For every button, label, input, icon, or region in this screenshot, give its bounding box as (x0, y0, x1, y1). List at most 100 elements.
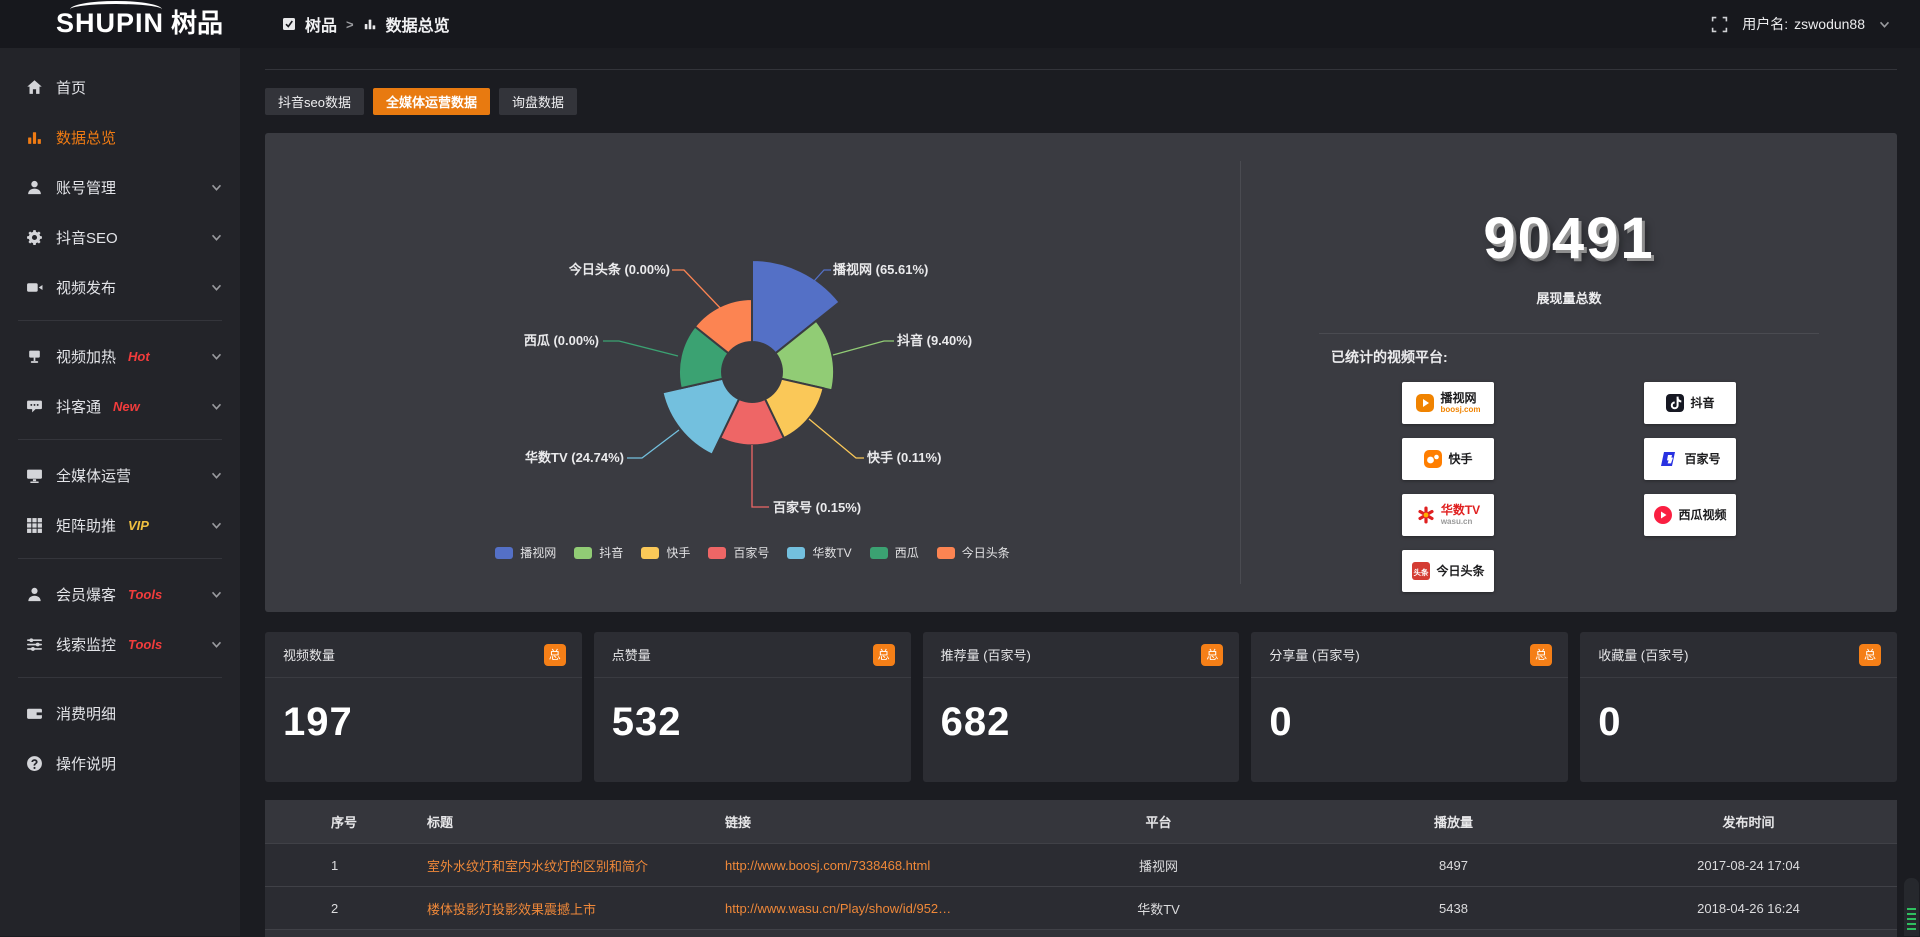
sidebar-item-badge: Hot (128, 349, 150, 364)
platform-card-华数TV[interactable]: 华数TVwasu.cn (1402, 494, 1494, 536)
sidebar-item-label: 线索监控 (56, 634, 116, 655)
toutiao-logo-icon: 头条 (1411, 561, 1431, 581)
pie-label: 百家号 (0.15%) (773, 500, 861, 515)
sidebar-item-1[interactable]: 数据总览 (0, 112, 240, 162)
chevron-down-icon (211, 282, 222, 293)
stat-card-3: 分享量 (百家号)总0 (1251, 632, 1568, 782)
pie-label: 快手 (0.11%) (867, 450, 941, 465)
username-label: 用户名: (1742, 14, 1788, 34)
pie-label: 华数TV (24.74%) (525, 450, 624, 465)
legend-item-快手[interactable]: 快手 (641, 544, 690, 561)
floating-service-widget[interactable] (1904, 878, 1919, 936)
cell-index: 1 (321, 858, 417, 873)
chevron-down-icon (211, 470, 222, 481)
platform-name: 华数TV (1441, 504, 1480, 517)
sidebar-item-label: 全媒体运营 (56, 465, 131, 486)
pie-label: 西瓜 (0.00%) (524, 333, 599, 348)
platform-share-rose-chart[interactable]: 播视网 (65.61%)抖音 (9.40%)快手 (0.11%)百家号 (0.1… (265, 133, 1240, 612)
sidebar-item-9[interactable]: 全媒体运营 (0, 450, 240, 500)
sidebar-item-10[interactable]: 矩阵助推VIP (0, 500, 240, 550)
sidebar-item-6[interactable]: 视频加热 Hot (0, 331, 240, 381)
platform-card-抖音[interactable]: 抖音 (1644, 382, 1736, 424)
total-badge[interactable]: 总 (1530, 644, 1552, 666)
baijia-logo-icon (1659, 449, 1679, 469)
video-icon (26, 279, 43, 296)
total-impressions-value: 90491 (1241, 205, 1897, 272)
chevron-down-icon (1879, 19, 1890, 30)
bar-chart-icon (363, 17, 377, 31)
sidebar-item-7[interactable]: 抖客通New (0, 381, 240, 431)
legend-item-华数TV[interactable]: 华数TV (787, 544, 851, 561)
sidebar-item-12[interactable]: 会员爆客Tools (0, 569, 240, 619)
platform-card-快手[interactable]: 快手 (1402, 438, 1494, 480)
pie-slice-华数TV[interactable] (663, 379, 740, 455)
heat-icon (26, 348, 43, 365)
platform-logo-grid: 播视网boosj.com 快手华数TVwasu.cn 头条今日头条 抖音百家号西瓜视… (1402, 382, 1736, 592)
stat-card-label: 分享量 (百家号) (1269, 645, 1359, 664)
tab-2[interactable]: 询盘数据 (499, 88, 577, 115)
username-value[interactable]: zswodun88 (1794, 16, 1865, 32)
total-badge[interactable]: 总 (873, 644, 895, 666)
platform-card-百家号[interactable]: 百家号 (1644, 438, 1736, 480)
table-header-row: 序号标题链接平台播放量发布时间 (265, 800, 1897, 843)
cell-platform: 华数TV (1010, 899, 1307, 918)
legend-item-今日头条[interactable]: 今日头条 (937, 544, 1010, 561)
wasu-logo-icon (1416, 505, 1436, 525)
stat-card-1: 点赞量总532 (594, 632, 911, 782)
cell-url-link[interactable]: http://www.wasu.cn/Play/show/id/952… (725, 901, 951, 916)
cell-url-link[interactable]: http://www.boosj.com/7338468.html (725, 858, 930, 873)
cell-title-link[interactable]: 楼体投影灯投影效果震撼上市 (427, 902, 596, 917)
breadcrumb-separator: > (346, 17, 354, 32)
sidebar-item-badge: VIP (128, 518, 149, 533)
pie-label-line (672, 270, 724, 312)
sidebar-item-3[interactable]: 抖音SEO (0, 212, 240, 262)
overview-panel: 播视网 (65.61%)抖音 (9.40%)快手 (0.11%)百家号 (0.1… (265, 133, 1897, 612)
sidebar-item-16[interactable]: 操作说明 (0, 738, 240, 788)
sidebar-nav: 首页数据总览账号管理抖音SEO视频发布视频加热 Hot 抖客通New 全媒体运营矩阵助… (0, 48, 240, 936)
sidebar-item-2[interactable]: 账号管理 (0, 162, 240, 212)
sidebar-item-label: 消费明细 (56, 703, 116, 724)
total-badge[interactable]: 总 (544, 644, 566, 666)
stat-card-label: 视频数量 (283, 645, 335, 664)
chevron-down-icon (211, 520, 222, 531)
stat-card-label: 推荐量 (百家号) (941, 645, 1031, 664)
svg-text:头条: 头条 (1414, 567, 1430, 577)
platform-name: 播视网 (1440, 392, 1480, 405)
platform-card-播视网[interactable]: 播视网boosj.com (1402, 382, 1494, 424)
pie-label-line (833, 341, 894, 355)
douyin-logo-icon (1665, 393, 1685, 413)
tab-1[interactable]: 全媒体运营数据 (373, 88, 490, 115)
sidebar-item-15[interactable]: 消费明细 (0, 688, 240, 738)
sidebar-item-4[interactable]: 视频发布 (0, 262, 240, 312)
total-badge[interactable]: 总 (1859, 644, 1881, 666)
legend-item-播视网[interactable]: 播视网 (495, 544, 556, 561)
platform-name: 今日头条 (1436, 565, 1484, 578)
summary-divider (1319, 333, 1819, 334)
platform-name: 抖音 (1690, 397, 1714, 410)
sidebar-item-label: 视频加热 (56, 346, 116, 367)
sidebar-item-13[interactable]: 线索监控Tools (0, 619, 240, 669)
chevron-down-icon (211, 589, 222, 600)
legend-item-抖音[interactable]: 抖音 (574, 544, 623, 561)
cell-title-link[interactable]: 室外水纹灯和室内水纹灯的区别和简介 (427, 859, 648, 874)
platform-sub: wasu.cn (1441, 517, 1480, 526)
sidebar-item-badge: Tools (128, 587, 162, 602)
breadcrumb-root[interactable]: 树品 (305, 12, 337, 36)
platform-card-西瓜视频[interactable]: 西瓜视频 (1644, 494, 1736, 536)
stat-card-0: 视频数量总197 (265, 632, 582, 782)
logo-text-en: SHUPIN (56, 6, 164, 40)
question-icon (26, 755, 43, 772)
sidebar-item-0[interactable]: 首页 (0, 62, 240, 112)
fullscreen-icon (1711, 16, 1728, 33)
legend-item-百家号[interactable]: 百家号 (708, 544, 769, 561)
stat-card-value: 0 (1598, 700, 1897, 745)
breadcrumb-current[interactable]: 数据总览 (386, 12, 450, 36)
tab-0[interactable]: 抖音seo数据 (265, 88, 364, 115)
total-impressions-label: 展现量总数 (1241, 288, 1897, 307)
fullscreen-icon[interactable] (1711, 16, 1728, 33)
user-menu-chevron-icon[interactable] (1879, 19, 1890, 30)
total-badge[interactable]: 总 (1201, 644, 1223, 666)
platform-card-今日头条[interactable]: 头条今日头条 (1402, 550, 1494, 592)
stat-card-header: 收藏量 (百家号)总 (1580, 632, 1897, 678)
legend-item-西瓜[interactable]: 西瓜 (870, 544, 919, 561)
